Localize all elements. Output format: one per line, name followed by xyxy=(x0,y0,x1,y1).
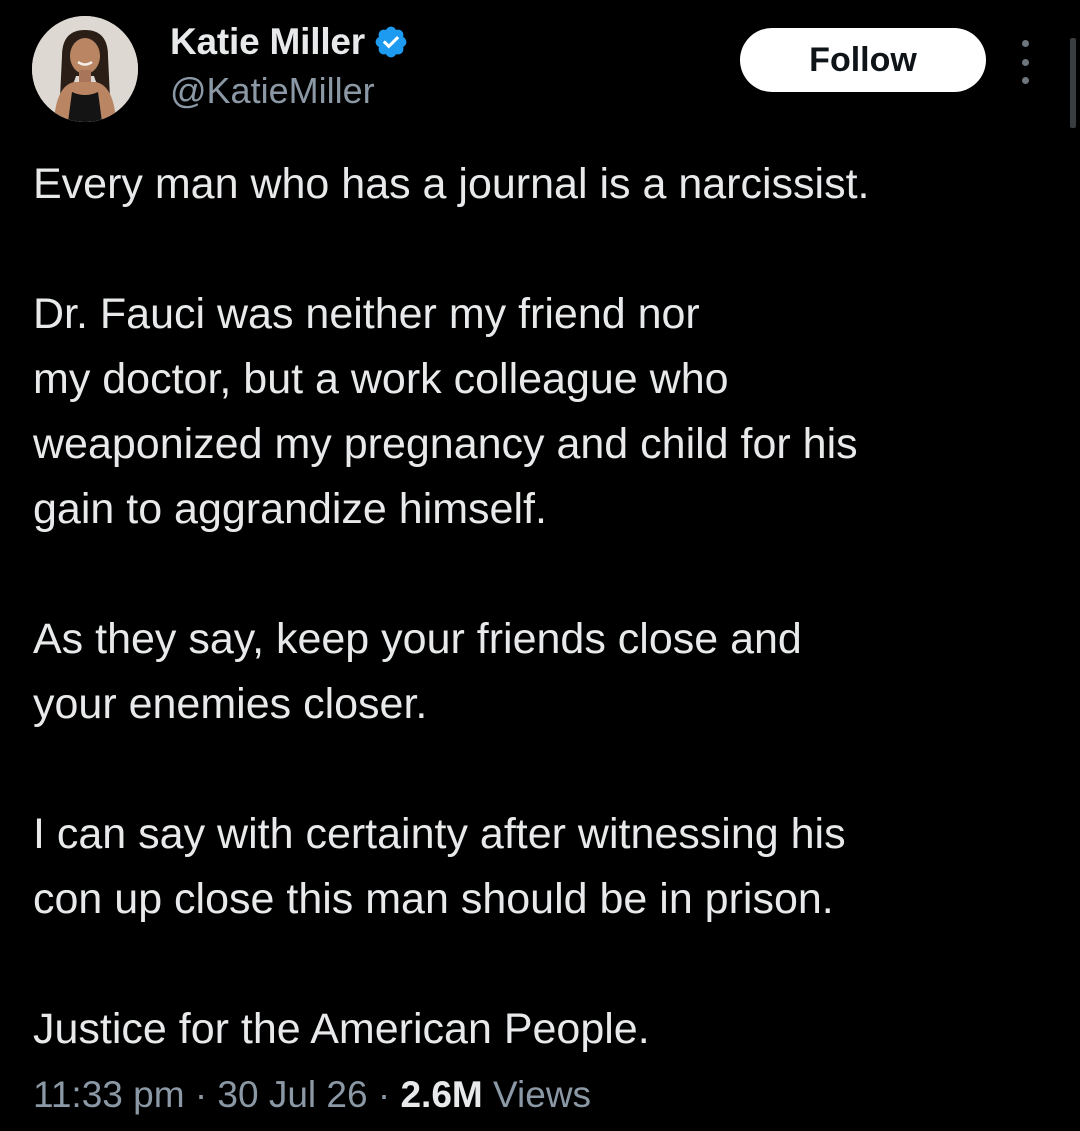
more-dot xyxy=(1021,58,1029,66)
handle[interactable]: @KatieMiller xyxy=(170,70,375,112)
meta-separator: · xyxy=(194,1074,208,1115)
tweet-date[interactable]: 30 Jul 26 xyxy=(217,1074,367,1115)
tweet-paragraph: Every man who has a journal is a narciss… xyxy=(33,160,870,208)
tweet-card: Katie Miller @KatieMiller Follow Every m… xyxy=(0,0,1080,1131)
tweet-paragraph: Justice for the American People. xyxy=(33,1005,650,1053)
tweet-time[interactable]: 11:33 pm xyxy=(33,1074,185,1115)
tweet-paragraph: As they say, keep your friends close and… xyxy=(33,615,802,728)
scrollbar[interactable] xyxy=(1070,38,1076,128)
tweet-paragraph: Dr. Fauci was neither my friend nor my d… xyxy=(33,290,858,533)
views-count[interactable]: 2.6M xyxy=(400,1074,482,1115)
tweet-paragraph: I can say with certainty after witnessin… xyxy=(33,810,846,923)
display-name[interactable]: Katie Miller xyxy=(170,21,365,63)
verified-badge-icon xyxy=(375,26,407,58)
meta-separator: · xyxy=(377,1074,391,1115)
author-name-row: Katie Miller xyxy=(170,20,409,64)
views-label: Views xyxy=(493,1074,592,1115)
tweet-text: Every man who has a journal is a narciss… xyxy=(33,152,1043,1062)
more-dot xyxy=(1021,77,1029,84)
more-dot xyxy=(1021,40,1029,47)
follow-button[interactable]: Follow xyxy=(740,28,986,92)
more-options-icon[interactable] xyxy=(1010,40,1040,84)
avatar-image xyxy=(32,16,138,122)
avatar[interactable] xyxy=(32,16,138,122)
tweet-metadata: 11:33 pm · 30 Jul 26 · 2.6M Views xyxy=(33,1074,591,1116)
